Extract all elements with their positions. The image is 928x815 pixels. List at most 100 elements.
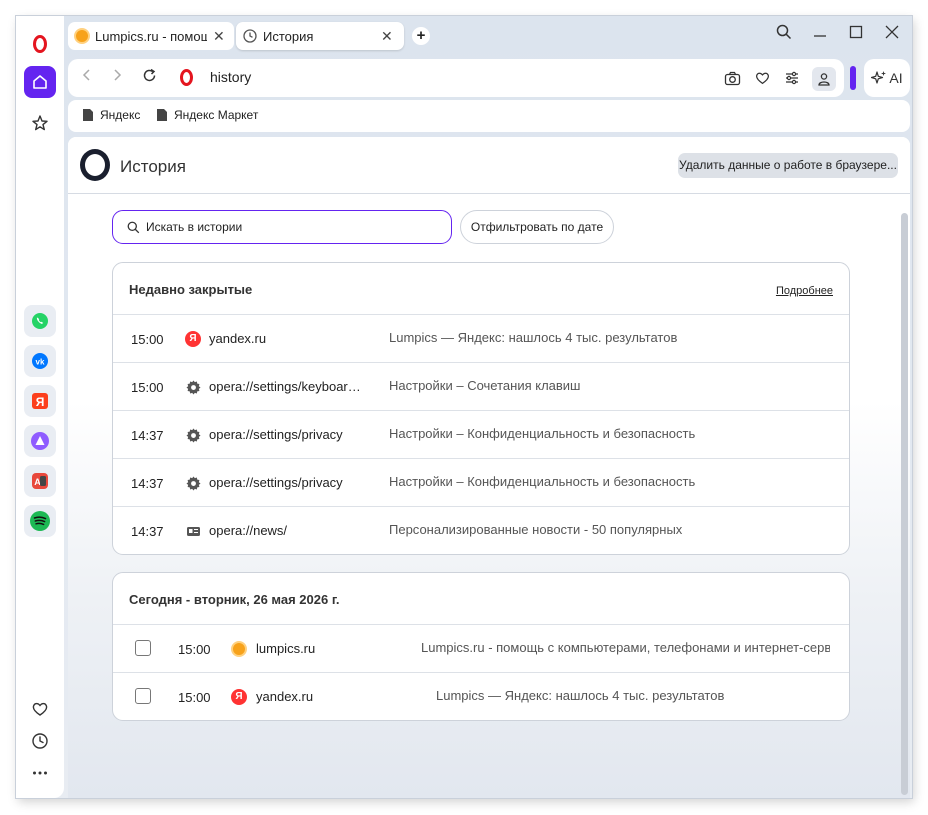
history-button[interactable] xyxy=(24,725,56,757)
row-site[interactable]: yandex.ru xyxy=(209,331,369,346)
search-icon xyxy=(776,24,792,40)
snapshot-button[interactable] xyxy=(722,68,742,88)
forward-button[interactable] xyxy=(110,68,124,87)
news-icon xyxy=(185,523,201,539)
more-button[interactable] xyxy=(24,757,56,789)
row-site[interactable]: opera://settings/privacy xyxy=(209,427,379,442)
yandex-icon: Я xyxy=(231,689,247,705)
sidebar: vk Я A xyxy=(16,16,64,798)
bookmark-heart-button[interactable] xyxy=(752,68,772,88)
tab-history[interactable]: История ✕ xyxy=(236,22,404,50)
translate-button[interactable]: A xyxy=(24,465,56,497)
svg-text:Я: Я xyxy=(36,395,45,409)
star-icon xyxy=(32,115,48,131)
maximize-button[interactable] xyxy=(846,24,866,44)
yandex-icon: Я xyxy=(185,331,201,347)
my-flow-button[interactable] xyxy=(24,693,56,725)
favorites-button[interactable] xyxy=(24,107,56,139)
card-header: Недавно закрытые Подробнее xyxy=(113,263,849,315)
url-input[interactable]: history xyxy=(210,69,251,85)
filter-by-date-button[interactable]: Отфильтровать по дате xyxy=(460,210,614,244)
aria-indicator xyxy=(850,66,856,90)
home-icon xyxy=(33,75,47,89)
clear-browsing-data-button[interactable]: Удалить данные о работе в браузере... xyxy=(678,153,898,178)
yandex-icon: Я xyxy=(32,393,48,409)
bookmark-label: Яндекс xyxy=(100,108,141,122)
heart-icon xyxy=(32,702,48,716)
home-button[interactable] xyxy=(24,66,56,98)
page-icon xyxy=(83,109,93,121)
row-desc[interactable]: Lumpics.ru - помощь с компьютерами, теле… xyxy=(421,640,830,655)
window-close-button[interactable] xyxy=(882,24,902,44)
opera-menu-button[interactable] xyxy=(24,28,56,60)
yandex-button[interactable]: Я xyxy=(24,385,56,417)
row-site[interactable]: yandex.ru xyxy=(256,689,406,704)
history-search-input[interactable]: Искать в истории xyxy=(112,210,452,244)
history-row[interactable]: 15:00 opera://settings/keyboardShortcuts… xyxy=(113,363,849,411)
forward-arrow-icon xyxy=(114,69,122,81)
page-header: История Удалить данные о работе в браузе… xyxy=(68,137,910,194)
reload-button[interactable] xyxy=(142,68,157,88)
row-desc[interactable]: Настройки – Конфиденциальность и безопас… xyxy=(389,426,839,441)
address-bar: history xyxy=(68,59,844,97)
row-desc[interactable]: Настройки – Сочетания клавиш xyxy=(389,378,839,393)
opera-logo-icon xyxy=(80,149,110,181)
row-time: 14:37 xyxy=(131,476,164,491)
bookmark-label: Яндекс Маркет xyxy=(174,108,259,122)
row-desc[interactable]: Настройки – Конфиденциальность и безопас… xyxy=(389,474,839,489)
bookmarks-bar: Яндекс Яндекс Маркет xyxy=(68,100,910,132)
history-row[interactable]: 15:00 lumpics.ru Lumpics.ru - помощь с к… xyxy=(113,625,849,673)
back-button[interactable] xyxy=(80,68,94,87)
bookmark-yandex[interactable]: Яндекс xyxy=(82,108,140,122)
bookmark-yandex-market[interactable]: Яндекс Маркет xyxy=(156,108,258,122)
history-row[interactable]: 15:00 Я yandex.ru Lumpics — Яндекс: нашл… xyxy=(113,315,849,363)
alice-button[interactable] xyxy=(24,425,56,457)
ai-button[interactable]: AI xyxy=(864,59,910,97)
row-site[interactable]: lumpics.ru xyxy=(256,641,406,656)
tab-label: Lumpics.ru - помощь с компьютерами xyxy=(95,28,207,44)
history-page: История Удалить данные о работе в браузе… xyxy=(68,137,910,798)
whatsapp-button[interactable] xyxy=(24,305,56,337)
today-history-card: Сегодня - вторник, 26 мая 2026 г. 15:00 … xyxy=(112,572,850,721)
sparkle-icon xyxy=(871,71,887,84)
history-row[interactable]: 14:37 opera://settings/privacy Настройки… xyxy=(113,459,849,507)
row-checkbox[interactable] xyxy=(135,640,151,656)
row-site[interactable]: opera://news/ xyxy=(209,523,369,538)
new-tab-button[interactable]: + xyxy=(412,27,430,45)
more-link[interactable]: Подробнее xyxy=(776,285,833,297)
row-desc[interactable]: Lumpics — Яндекс: нашлось 4 тыс. результ… xyxy=(389,330,839,345)
more-dots-icon xyxy=(33,771,47,775)
minimize-icon xyxy=(814,35,826,37)
page-icon xyxy=(157,109,167,121)
search-placeholder: Искать в истории xyxy=(146,220,243,234)
tab-search-button[interactable] xyxy=(774,24,794,45)
row-time: 15:00 xyxy=(178,690,211,705)
row-site[interactable]: opera://settings/keyboardShortcuts xyxy=(209,379,365,394)
lumpics-favicon-icon xyxy=(74,28,90,44)
row-time: 14:37 xyxy=(131,428,164,443)
heart-icon xyxy=(755,72,769,85)
reload-icon xyxy=(143,68,156,82)
spotify-button[interactable] xyxy=(24,505,56,537)
easy-setup-button[interactable] xyxy=(782,68,802,88)
row-site[interactable]: opera://settings/privacy xyxy=(209,475,379,490)
row-checkbox[interactable] xyxy=(135,688,151,704)
history-row[interactable]: 14:37 opera://settings/privacy Настройки… xyxy=(113,411,849,459)
minimize-button[interactable] xyxy=(810,24,830,44)
history-row[interactable]: 14:37 opera://news/ Персонализированные … xyxy=(113,507,849,554)
row-desc[interactable]: Lumpics — Яндекс: нашлось 4 тыс. результ… xyxy=(436,688,836,703)
row-time: 15:00 xyxy=(131,332,164,347)
row-time: 15:00 xyxy=(178,642,211,657)
close-icon[interactable]: ✕ xyxy=(213,28,225,45)
vk-button[interactable]: vk xyxy=(24,345,56,377)
account-button[interactable] xyxy=(812,67,836,91)
maximize-icon xyxy=(849,25,863,39)
row-desc[interactable]: Персонализированные новости - 50 популяр… xyxy=(389,522,839,537)
card-title: Сегодня - вторник, 26 мая 2026 г. xyxy=(129,592,340,607)
page-title: История xyxy=(120,157,186,176)
opera-logo-icon xyxy=(180,69,193,86)
page-scrollbar[interactable] xyxy=(901,213,908,795)
tab-lumpics[interactable]: Lumpics.ru - помощь с компьютерами ✕ xyxy=(68,22,234,50)
close-icon[interactable]: ✕ xyxy=(381,28,393,45)
history-row[interactable]: 15:00 Я yandex.ru Lumpics — Яндекс: нашл… xyxy=(113,673,849,720)
